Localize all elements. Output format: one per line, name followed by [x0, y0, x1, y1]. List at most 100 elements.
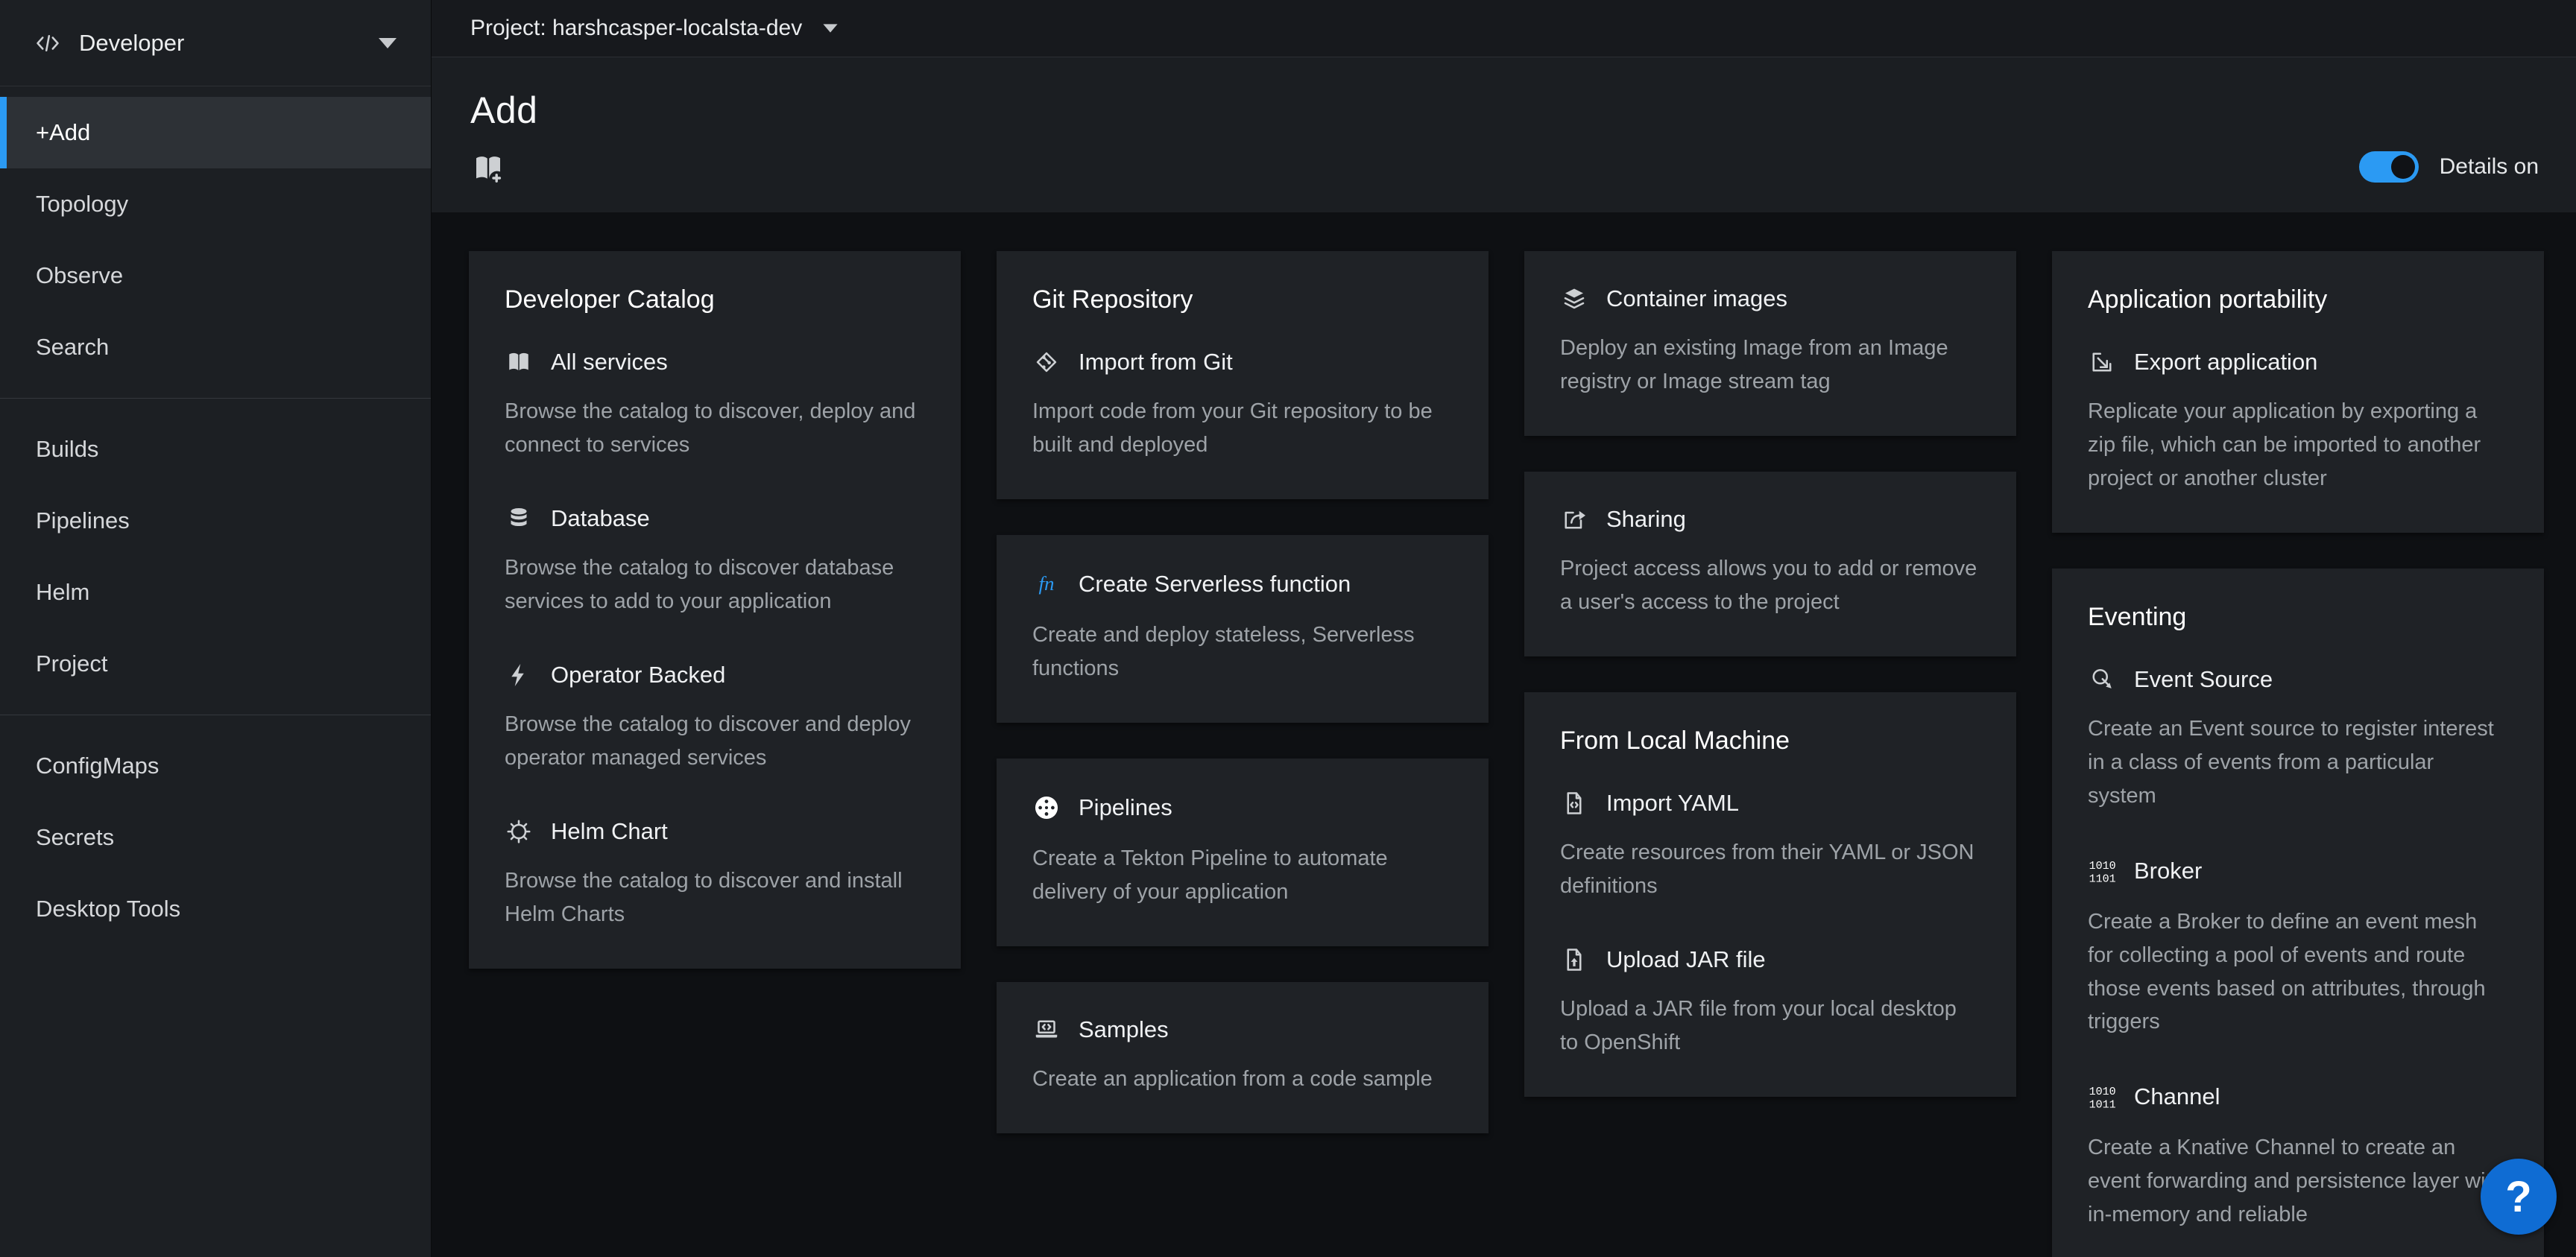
item-description: Project access allows you to add or remo… — [1560, 552, 1980, 619]
grid-column-2: Git Repository Import from Git Import co… — [997, 251, 1489, 1257]
card-sharing[interactable]: Sharing Project access allows you to add… — [1524, 472, 2016, 656]
item-channel[interactable]: 10101011 Channel Create a Knative Channe… — [2088, 1082, 2508, 1232]
main-content: Project: harshcasper-localsta-dev Add De… — [432, 0, 2576, 1257]
card-samples[interactable]: Samples Create an application from a cod… — [997, 982, 1489, 1133]
details-switch[interactable] — [2359, 151, 2419, 183]
item-title: Container images — [1606, 285, 1787, 312]
item-description: Create a Broker to define an event mesh … — [2088, 905, 2508, 1039]
perspective-label: Developer — [79, 30, 184, 57]
export-icon — [2088, 349, 2116, 376]
sidebar-item-secrets[interactable]: Secrets — [0, 802, 431, 873]
card-title: Developer Catalog — [505, 285, 925, 314]
card-container-images[interactable]: Container images Deploy an existing Imag… — [1524, 251, 2016, 436]
svg-text:1010: 1010 — [2089, 858, 2116, 872]
item-description: Create a Tekton Pipeline to automate del… — [1032, 842, 1453, 909]
item-description: Replicate your application by exporting … — [2088, 395, 2508, 495]
card-application-portability: Application portability Export applicati… — [2052, 251, 2544, 533]
item-title: Channel — [2134, 1083, 2220, 1110]
item-container-images[interactable]: Container images Deploy an existing Imag… — [1560, 285, 1980, 399]
item-upload-jar-file[interactable]: Upload JAR file Upload a JAR file from y… — [1560, 946, 1980, 1060]
item-title: Export application — [2134, 349, 2317, 376]
sidebar-item-observe[interactable]: Observe — [0, 240, 431, 311]
item-event-source[interactable]: Event Source Create an Event source to r… — [2088, 666, 2508, 813]
channel-icon: 10101011 — [2088, 1082, 2116, 1112]
svg-text:fn: fn — [1039, 572, 1055, 595]
broker-icon: 10101101 — [2088, 856, 2116, 886]
sidebar-item-builds[interactable]: Builds — [0, 414, 431, 485]
card-pipelines[interactable]: Pipelines Create a Tekton Pipeline to au… — [997, 759, 1489, 946]
git-icon — [1032, 349, 1061, 376]
sidebar-item-configmaps[interactable]: ConfigMaps — [0, 730, 431, 802]
file-upload-icon — [1560, 946, 1588, 973]
details-toggle-label: Details on — [2440, 154, 2539, 180]
sidebar-item-pipelines[interactable]: Pipelines — [0, 485, 431, 557]
book-plus-icon — [470, 151, 2537, 187]
item-description: Deploy an existing Image from an Image r… — [1560, 332, 1980, 399]
item-import-yaml[interactable]: Import YAML Create resources from their … — [1560, 790, 1980, 903]
sidebar-item-topology[interactable]: Topology — [0, 168, 431, 240]
laptop-code-icon — [1032, 1016, 1061, 1043]
bolt-icon — [505, 662, 533, 688]
item-all-services[interactable]: All services Browse the catalog to disco… — [505, 349, 925, 462]
item-title: Import from Git — [1079, 349, 1233, 376]
share-icon — [1560, 506, 1588, 533]
sidebar: Developer +Add Topology Observe Search B… — [0, 0, 432, 1257]
catalog-book-icon — [505, 349, 533, 376]
item-description: Create a Knative Channel to create an ev… — [2088, 1131, 2508, 1232]
function-icon: fn — [1032, 569, 1061, 599]
item-broker[interactable]: 10101101 Broker Create a Broker to defin… — [2088, 856, 2508, 1039]
card-title: From Local Machine — [1560, 726, 1980, 756]
sidebar-item-desktop-tools[interactable]: Desktop Tools — [0, 873, 431, 945]
item-sharing[interactable]: Sharing Project access allows you to add… — [1560, 506, 1980, 619]
svg-text:1011: 1011 — [2089, 1098, 2116, 1112]
nav-divider — [0, 398, 431, 399]
item-title: Database — [551, 505, 650, 532]
perspective-switcher[interactable]: Developer — [0, 0, 431, 86]
item-title: Event Source — [2134, 666, 2273, 693]
item-import-from-git[interactable]: Import from Git Import code from your Gi… — [1032, 349, 1453, 462]
page-title: Add — [470, 89, 2537, 132]
item-description: Browse the catalog to discover database … — [505, 551, 925, 618]
item-title: All services — [551, 349, 668, 376]
svg-text:1010: 1010 — [2089, 1085, 2116, 1098]
grid-column-1: Developer Catalog All services Browse th… — [469, 251, 961, 1257]
item-description: Upload a JAR file from your local deskto… — [1560, 992, 1980, 1060]
event-source-icon — [2088, 666, 2116, 693]
item-description: Create an Event source to register inter… — [2088, 712, 2508, 813]
item-samples[interactable]: Samples Create an application from a cod… — [1032, 1016, 1453, 1096]
item-description: Browse the catalog to discover and deplo… — [505, 708, 925, 775]
item-description: Browse the catalog to discover, deploy a… — [505, 395, 925, 462]
card-title: Application portability — [2088, 285, 2508, 314]
helm-icon — [505, 818, 533, 845]
file-code-icon — [1560, 790, 1588, 817]
item-create-serverless-function[interactable]: fn Create Serverless function Create and… — [1032, 569, 1453, 686]
chevron-down-icon — [379, 38, 397, 48]
svg-text:1101: 1101 — [2089, 872, 2116, 885]
item-title: Samples — [1079, 1016, 1169, 1043]
item-operator-backed[interactable]: Operator Backed Browse the catalog to di… — [505, 662, 925, 775]
item-description: Import code from your Git repository to … — [1032, 395, 1453, 462]
item-pipelines[interactable]: Pipelines Create a Tekton Pipeline to au… — [1032, 793, 1453, 909]
sidebar-item-helm[interactable]: Helm — [0, 557, 431, 628]
add-cards-grid: Developer Catalog All services Browse th… — [432, 212, 2576, 1257]
grid-column-3: Container images Deploy an existing Imag… — [1524, 251, 2016, 1257]
help-button[interactable]: ? — [2481, 1159, 2557, 1235]
item-title: Pipelines — [1079, 794, 1172, 821]
sidebar-item-project[interactable]: Project — [0, 628, 431, 700]
item-title: Operator Backed — [551, 662, 725, 688]
item-description: Create resources from their YAML or JSON… — [1560, 836, 1980, 903]
code-icon — [34, 30, 61, 57]
item-database[interactable]: Database Browse the catalog to discover … — [505, 505, 925, 618]
sidebar-item-add[interactable]: +Add — [0, 97, 431, 168]
card-serverless-function[interactable]: fn Create Serverless function Create and… — [997, 535, 1489, 723]
card-eventing: Eventing Event Source Create an Event so… — [2052, 569, 2544, 1257]
card-title: Eventing — [2088, 603, 2508, 632]
item-title: Create Serverless function — [1079, 571, 1351, 598]
chevron-down-icon[interactable] — [824, 24, 838, 32]
card-from-local-machine: From Local Machine Import YAML Create re… — [1524, 692, 2016, 1097]
item-export-application[interactable]: Export application Replicate your applic… — [2088, 349, 2508, 495]
database-icon — [505, 505, 533, 532]
item-helm-chart[interactable]: Helm Chart Browse the catalog to discove… — [505, 818, 925, 931]
project-selector[interactable]: Project: harshcasper-localsta-dev — [470, 16, 802, 41]
sidebar-item-search[interactable]: Search — [0, 311, 431, 383]
